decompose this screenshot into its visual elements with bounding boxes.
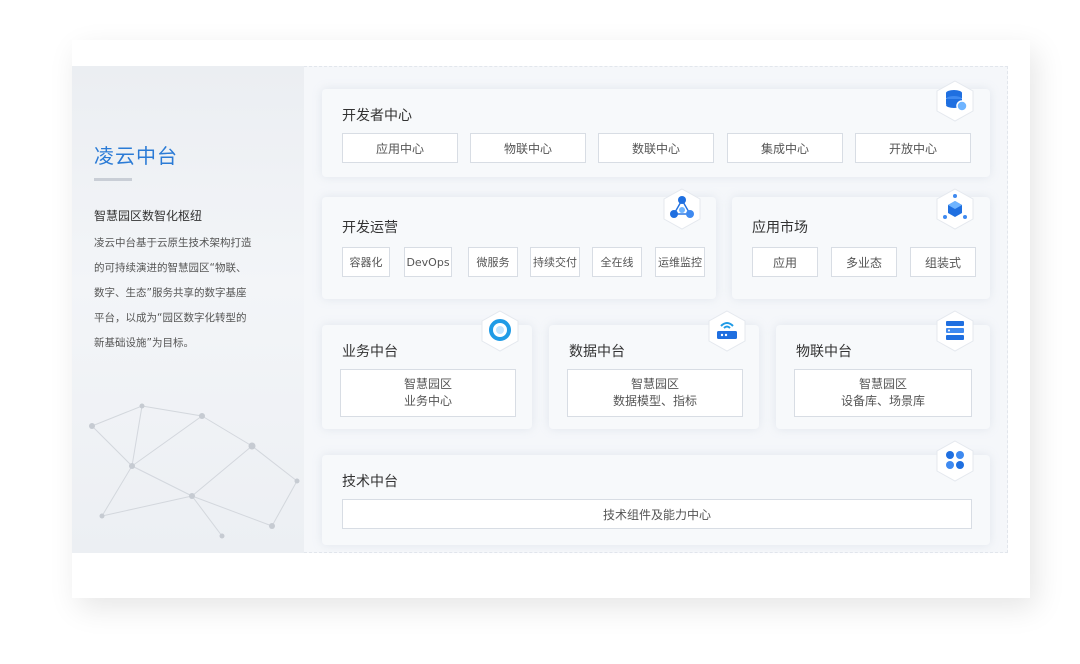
panel-title: 开发运营 [342,220,398,236]
chip-app-center: 应用中心 [342,133,458,163]
tech-components-box: 技术组件及能力中心 [342,499,972,529]
business-center-box: 智慧园区 业务中心 [340,369,516,417]
platform-layers: 开发者中心 应用中心 物联中心 数联中心 集成中心 开放中心 开发运营 容器化 … [304,66,1008,553]
chip-continuous-delivery: 持续交付 [530,247,580,277]
chip-devops: DevOps [404,247,452,277]
cube-nodes-icon [936,188,974,230]
data-model-box: 智慧园区 数据模型、指标 [567,369,743,417]
desc-line: 新基础设施”为目标。 [94,337,194,349]
chip-multi-format: 多业态 [831,247,897,277]
box-line: 智慧园区 [403,377,452,391]
panel-title: 开发者中心 [342,108,412,124]
chip-integration-center: 集成中心 [727,133,843,163]
box-line: 智慧园区 [630,377,679,391]
desc-line: 凌云中台基于云原生技术架构打造 [94,237,252,249]
title-divider [94,178,132,181]
desc-line: 数字、生态”服务共享的数字基座 [94,287,247,299]
chip-composable: 组装式 [910,247,976,277]
chip-iot-center: 物联中心 [470,133,586,163]
panel-title: 应用市场 [752,220,808,236]
server-icon [936,310,974,352]
box-line: 智慧园区 [858,377,907,391]
box-line: 数据模型、指标 [612,394,697,408]
network-decoration [89,403,300,539]
architecture-diagram: 凌云中台 智慧园区数智化枢纽 凌云中台基于云原生技术架构打造 的可持续演进的智慧… [72,66,1008,553]
chip-microservices: 微服务 [468,247,518,277]
panel-title: 技术中台 [342,474,398,490]
chip-apps: 应用 [752,247,818,277]
box-line: 业务中心 [403,394,452,408]
four-petal-icon [936,440,974,482]
chip-all-online: 全在线 [592,247,642,277]
box-line: 设备库、场景库 [840,394,925,408]
chip-containerization: 容器化 [342,247,390,277]
desc-line: 的可持续演进的智慧园区“物联、 [94,262,247,274]
panel-title: 物联中台 [796,344,852,360]
database-shield-icon [936,80,974,122]
chip-data-center: 数联中心 [598,133,714,163]
developer-center-panel: 开发者中心 应用中心 物联中心 数联中心 集成中心 开放中心 [322,89,990,177]
panel-title: 数据中台 [569,344,625,360]
panel-title: 业务中台 [342,344,398,360]
chip-ops-monitoring: 运维监控 [655,247,705,277]
desc-line: 平台，以成为“园区数字化转型的 [94,312,247,324]
product-subtitle: 智慧园区数智化枢纽 [94,209,203,223]
device-scene-box: 智慧园区 设备库、场景库 [794,369,972,417]
ring-icon [481,310,519,352]
router-icon [708,310,746,352]
tech-platform-panel: 技术中台 技术组件及能力中心 [322,455,990,545]
devops-panel: 开发运营 容器化 DevOps 微服务 持续交付 全在线 运维监控 [322,197,716,299]
product-title: 凌云中台 [94,144,178,168]
node-network-icon [663,188,701,230]
chip-open-center: 开放中心 [855,133,971,163]
sidebar: 凌云中台 智慧园区数智化枢纽 凌云中台基于云原生技术架构打造 的可持续演进的智慧… [72,66,304,553]
product-description: 凌云中台基于云原生技术架构打造 的可持续演进的智慧园区“物联、 数字、生态”服务… [94,231,274,356]
